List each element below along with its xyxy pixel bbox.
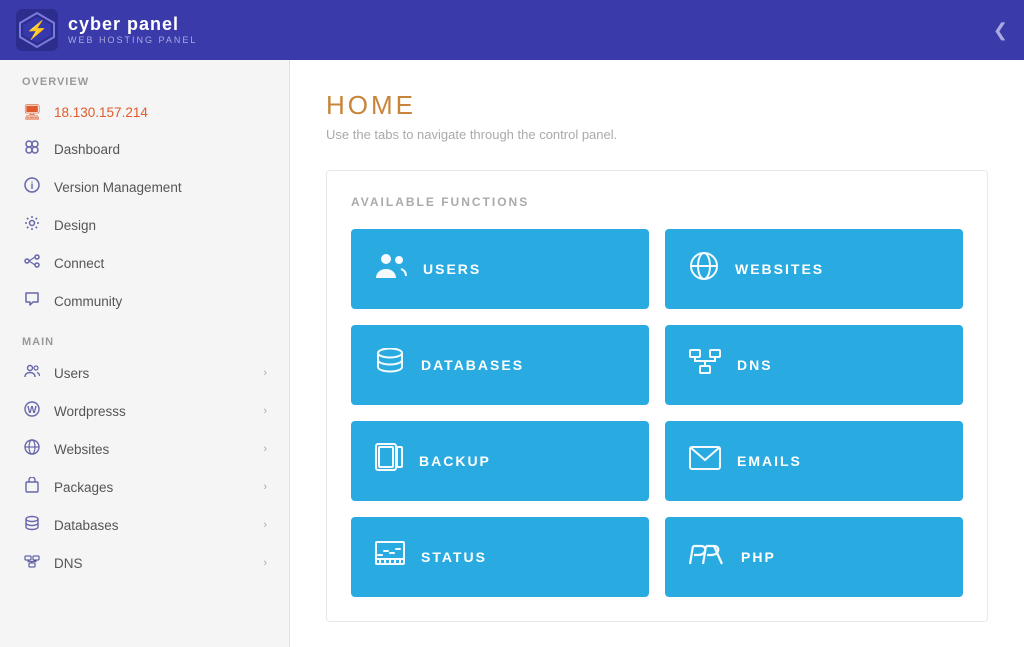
- databases-icon: [22, 515, 42, 535]
- top-header: ⚡ cyber panel WEB HOSTING PANEL ❮: [0, 0, 1024, 60]
- functions-container: AVAILABLE FUNCTIONS USERS WEBSITES: [326, 170, 988, 622]
- sidebar-version-label: Version Management: [54, 180, 267, 195]
- users-func-label: USERS: [423, 261, 481, 277]
- main-content: HOME Use the tabs to navigate through th…: [290, 60, 1024, 647]
- sidebar-community-label: Community: [54, 294, 267, 309]
- status-func-icon: [375, 541, 405, 574]
- wordpress-icon: W: [22, 401, 42, 421]
- sidebar-item-ip[interactable]: 🖥 18.130.157.214: [0, 94, 289, 130]
- sidebar-item-version-management[interactable]: i Version Management: [0, 168, 289, 206]
- sidebar-item-websites[interactable]: Websites ›: [0, 430, 289, 468]
- emails-func-icon: [689, 446, 721, 477]
- logo-text: cyber panel WEB HOSTING PANEL: [68, 15, 197, 45]
- sidebar-packages-label: Packages: [54, 480, 251, 495]
- logo-icon: ⚡: [16, 9, 58, 51]
- function-users-button[interactable]: USERS: [351, 229, 649, 309]
- packages-icon: [22, 477, 42, 497]
- logo-title: cyber panel: [68, 15, 197, 35]
- connect-icon: [22, 253, 42, 273]
- websites-chevron-icon: ›: [263, 443, 267, 455]
- functions-title: AVAILABLE FUNCTIONS: [351, 195, 963, 209]
- sidebar-databases-label: Databases: [54, 518, 251, 533]
- page-title: HOME: [326, 90, 988, 121]
- info-icon: i: [22, 177, 42, 197]
- main-layout: OVERVIEW 🖥 18.130.157.214 Dashboard i Ve…: [0, 60, 1024, 647]
- websites-func-icon: [689, 251, 719, 288]
- function-websites-button[interactable]: WEBSITES: [665, 229, 963, 309]
- sidebar-item-packages[interactable]: Packages ›: [0, 468, 289, 506]
- databases-func-icon: [375, 348, 405, 383]
- sidebar-item-dns[interactable]: DNS ›: [0, 544, 289, 582]
- php-func-label: PHP: [741, 549, 776, 565]
- sidebar-websites-label: Websites: [54, 442, 251, 457]
- svg-text:i: i: [31, 181, 34, 192]
- dns-func-icon: [689, 348, 721, 383]
- logo-area: ⚡ cyber panel WEB HOSTING PANEL: [16, 9, 197, 51]
- function-php-button[interactable]: PHP: [665, 517, 963, 597]
- gear-icon: [22, 215, 42, 235]
- sidebar-item-community[interactable]: Community: [0, 282, 289, 320]
- sidebar-dashboard-label: Dashboard: [54, 142, 267, 157]
- dns-chevron-icon: ›: [263, 557, 267, 569]
- sidebar-users-label: Users: [54, 366, 251, 381]
- function-dns-button[interactable]: DNS: [665, 325, 963, 405]
- backup-func-label: BACKUP: [419, 453, 491, 469]
- databases-func-label: DATABASES: [421, 357, 524, 373]
- sidebar-design-label: Design: [54, 218, 267, 233]
- sidebar-toggle-button[interactable]: ❮: [993, 20, 1008, 41]
- backup-func-icon: [375, 443, 403, 480]
- websites-icon: [22, 439, 42, 459]
- page-subtitle: Use the tabs to navigate through the con…: [326, 127, 988, 142]
- users-icon: [22, 363, 42, 383]
- sidebar-item-design[interactable]: Design: [0, 206, 289, 244]
- community-icon: [22, 291, 42, 311]
- dns-icon: [22, 553, 42, 573]
- packages-chevron-icon: ›: [263, 481, 267, 493]
- sidebar-main-label: MAIN: [0, 320, 289, 354]
- ip-address: 18.130.157.214: [54, 105, 267, 120]
- logo-subtitle: WEB HOSTING PANEL: [68, 35, 197, 45]
- sidebar-item-dashboard[interactable]: Dashboard: [0, 130, 289, 168]
- svg-text:⚡: ⚡: [26, 19, 48, 41]
- function-backup-button[interactable]: BACKUP: [351, 421, 649, 501]
- sidebar-item-users[interactable]: Users ›: [0, 354, 289, 392]
- sidebar-item-databases[interactable]: Databases ›: [0, 506, 289, 544]
- monitor-icon: 🖥: [22, 103, 42, 121]
- emails-func-label: EMAILS: [737, 453, 802, 469]
- sidebar-item-connect[interactable]: Connect: [0, 244, 289, 282]
- sidebar-dns-label: DNS: [54, 556, 251, 571]
- svg-text:W: W: [27, 405, 37, 416]
- users-chevron-icon: ›: [263, 367, 267, 379]
- function-emails-button[interactable]: EMAILS: [665, 421, 963, 501]
- users-func-icon: [375, 252, 407, 287]
- status-func-label: STATUS: [421, 549, 487, 565]
- databases-chevron-icon: ›: [263, 519, 267, 531]
- function-databases-button[interactable]: DATABASES: [351, 325, 649, 405]
- sidebar-item-wordpress[interactable]: W Wordpresss ›: [0, 392, 289, 430]
- websites-func-label: WEBSITES: [735, 261, 824, 277]
- sidebar-overview-label: OVERVIEW: [0, 60, 289, 94]
- functions-grid: USERS WEBSITES DATABASES: [351, 229, 963, 597]
- dashboard-icon: [22, 139, 42, 159]
- function-status-button[interactable]: STATUS: [351, 517, 649, 597]
- php-func-icon: [689, 542, 725, 573]
- sidebar-wordpress-label: Wordpresss: [54, 404, 251, 419]
- wordpress-chevron-icon: ›: [263, 405, 267, 417]
- sidebar-connect-label: Connect: [54, 256, 267, 271]
- sidebar: OVERVIEW 🖥 18.130.157.214 Dashboard i Ve…: [0, 60, 290, 647]
- dns-func-label: DNS: [737, 357, 773, 373]
